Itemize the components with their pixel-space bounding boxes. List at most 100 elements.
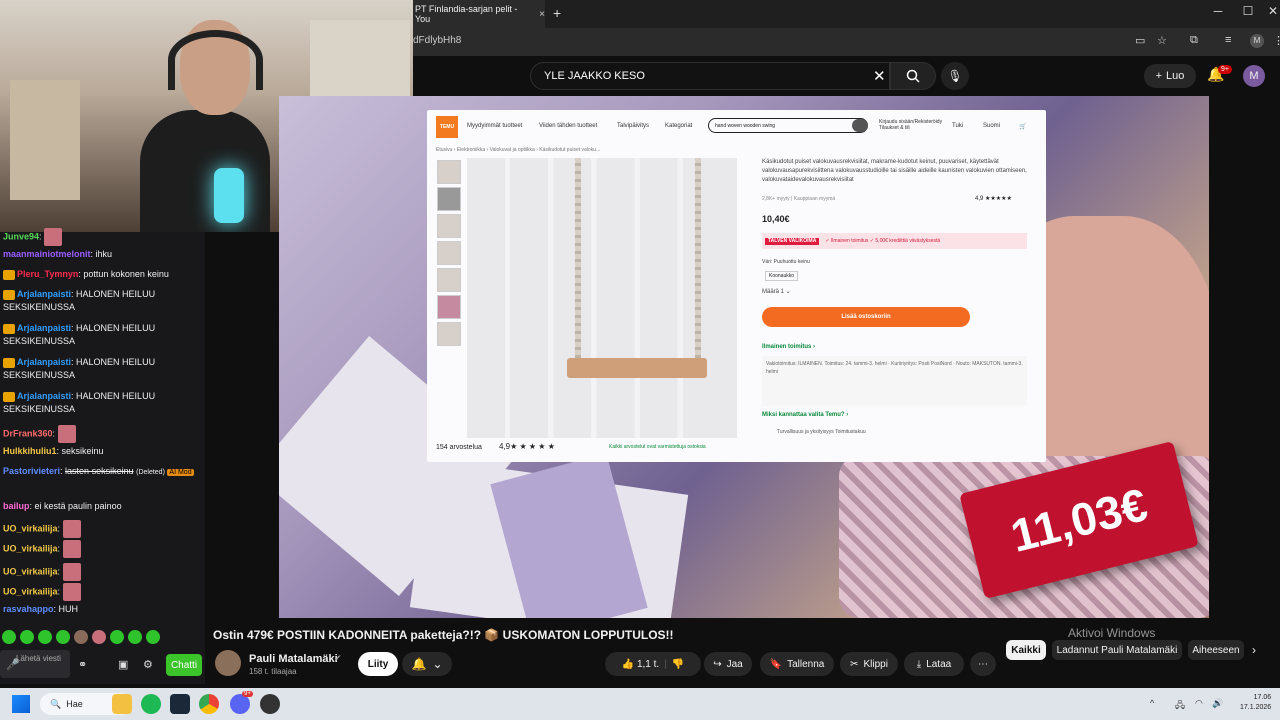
obs-icon[interactable] <box>260 694 280 714</box>
scissors-icon: ✂ <box>850 658 859 670</box>
channel-avatar[interactable] <box>215 650 241 676</box>
voice-search-button[interactable]: 🎙 <box>941 62 969 90</box>
emote-icon[interactable] <box>38 630 52 644</box>
chat-username[interactable]: Junve94 <box>3 231 39 241</box>
chat-username[interactable]: Arjalanpaisti <box>17 323 71 333</box>
emote-icon[interactable] <box>128 630 142 644</box>
extensions-icon[interactable]: ⧉ <box>1190 34 1198 47</box>
chip-related[interactable]: Aiheeseen <box>1188 640 1244 660</box>
dislike-button[interactable]: 👎 <box>672 659 684 670</box>
chat-username[interactable]: UO_virkailija <box>3 586 58 596</box>
chat-username[interactable]: Pastorivieteri <box>3 466 60 476</box>
emote-icon[interactable] <box>20 630 34 644</box>
url-text[interactable]: dFdlybHh8 <box>413 35 461 46</box>
new-tab-button[interactable]: + <box>553 5 561 21</box>
chrome-icon[interactable] <box>199 694 219 714</box>
chat-username[interactable]: rasvahappo <box>3 604 54 614</box>
spotify-icon[interactable] <box>141 694 161 714</box>
clip-label: Klippi <box>863 658 888 670</box>
swing-rope <box>575 158 581 363</box>
steam-icon[interactable] <box>170 694 190 714</box>
chat-username[interactable]: UO_virkailija <box>3 543 58 553</box>
cast-icon[interactable]: ▭ <box>1135 34 1145 47</box>
save-button[interactable]: 🔖 Tallenna <box>760 652 834 676</box>
chat-message: DrFrank360: <box>3 425 203 443</box>
chip-all[interactable]: Kaikki <box>1006 640 1046 660</box>
chat-username[interactable]: DrFrank360 <box>3 428 53 438</box>
search-icon: 🔍 <box>50 698 62 709</box>
channel-points-icon[interactable]: ⚭ <box>78 658 87 671</box>
clip-button[interactable]: ✂ Klippi <box>840 652 898 676</box>
temu-score: 4,9 ★★★★★ <box>975 196 1012 202</box>
chat-message: UO_virkailija: <box>3 540 203 558</box>
browser-tab[interactable]: PT Finlandia-sarjan pelit - You × <box>413 0 545 28</box>
background-shelf <box>10 80 80 200</box>
chat-username[interactable]: Arjalanpaisti <box>17 289 71 299</box>
chat-username[interactable]: Hulkkihuliu1 <box>3 446 57 456</box>
windows-start-icon[interactable] <box>12 695 30 713</box>
chat-username[interactable]: maanmainiotmelonit <box>3 249 91 259</box>
emote-icon[interactable] <box>110 630 124 644</box>
clear-search-icon[interactable]: ✕ <box>873 67 886 85</box>
settings-gear-icon[interactable]: ⚙ <box>143 658 153 671</box>
chat-emote-icon <box>62 540 81 558</box>
clock[interactable]: 17.06 17.1.2026 <box>1240 693 1271 713</box>
file-explorer-icon[interactable] <box>112 694 132 714</box>
mic-icon[interactable]: 🎤 <box>6 658 20 671</box>
chat-username[interactable]: bailup <box>3 501 30 511</box>
temu-price: 10,40€ <box>762 214 790 224</box>
discord-icon[interactable] <box>230 694 250 714</box>
store-icon[interactable]: ▣ <box>118 658 128 671</box>
bookmark-star-icon[interactable]: ☆ <box>1157 34 1167 47</box>
volume-icon[interactable]: 🔊 <box>1212 698 1223 709</box>
more-actions-button[interactable]: ⋯ <box>970 652 996 676</box>
chat-message: Pastorivieteri: lasten seksikeinu (Delet… <box>3 465 203 479</box>
temu-breadcrumb: Etusivu › Elektroniikka › Valokuvat ja o… <box>436 147 601 153</box>
close-tab-icon[interactable]: × <box>539 9 545 20</box>
subscribed-button[interactable]: 🔔 ⌄ <box>402 652 452 676</box>
reading-list-icon[interactable]: ≡ <box>1225 34 1231 46</box>
temu-thumbnail <box>437 322 461 346</box>
create-label: Luo <box>1166 70 1185 82</box>
emote-icon[interactable] <box>92 630 106 644</box>
chat-username[interactable]: Arjalanpaisti <box>17 357 71 367</box>
like-button[interactable]: 👍 1,1 t. <box>622 659 659 670</box>
channel-name[interactable]: Pauli Matalamäki <box>249 653 338 665</box>
temu-sold-count: 2,8K+ myyty | Kauppiaan myymä <box>762 196 836 202</box>
emote-icon[interactable] <box>146 630 160 644</box>
temu-thumbnail <box>437 295 461 319</box>
chat-username[interactable]: Arjalanpaisti <box>17 391 71 401</box>
chevron-up-icon[interactable]: ^ <box>1150 698 1154 708</box>
wifi-icon[interactable]: ◠ <box>1195 698 1203 709</box>
chip-uploader[interactable]: Ladannut Pauli Matalamäki <box>1052 640 1182 660</box>
account-avatar[interactable]: M <box>1243 65 1265 87</box>
emote-icon[interactable] <box>2 630 16 644</box>
temu-product-image <box>467 158 737 438</box>
chat-send-button[interactable]: Chatti <box>166 654 202 676</box>
address-bar[interactable]: dFdlybHh8 ▭ ☆ ⧉ ≡ M ⋮ <box>413 28 1280 56</box>
share-button[interactable]: ↪ Jaa <box>704 652 752 676</box>
chat-text: ei kestä paulin painoo <box>34 501 122 511</box>
streamer-body <box>140 110 270 232</box>
search-button[interactable] <box>890 62 936 90</box>
emote-icon[interactable] <box>74 630 88 644</box>
chevron-right-icon[interactable]: › <box>1252 643 1256 657</box>
chat-username[interactable]: UO_virkailija <box>3 523 58 533</box>
minimize-button[interactable]: ─ <box>1203 4 1233 18</box>
close-window-button[interactable]: ✕ <box>1258 4 1280 18</box>
date: 17.1.2026 <box>1240 704 1272 711</box>
chat-username[interactable]: UO_virkailija <box>3 566 58 576</box>
share-icon: ↪ <box>713 658 722 670</box>
join-button[interactable]: Liity <box>358 652 398 676</box>
chat-emote-icon <box>62 563 81 581</box>
temu-thumbnail <box>437 160 461 184</box>
menu-dots-icon[interactable]: ⋮ <box>1273 34 1280 47</box>
network-icon[interactable]: 🖧 <box>1175 698 1185 714</box>
search-input[interactable]: YLE JAAKKO KESO <box>530 62 890 90</box>
download-button[interactable]: ⤓ Lataa <box>904 652 964 676</box>
chat-username[interactable]: Pleru_Tymnyn <box>17 269 78 279</box>
create-button[interactable]: + Luo <box>1144 64 1196 88</box>
emote-icon[interactable] <box>56 630 70 644</box>
profile-icon[interactable]: M <box>1250 34 1264 48</box>
ai-mod-badge: AI Mod <box>167 469 194 476</box>
